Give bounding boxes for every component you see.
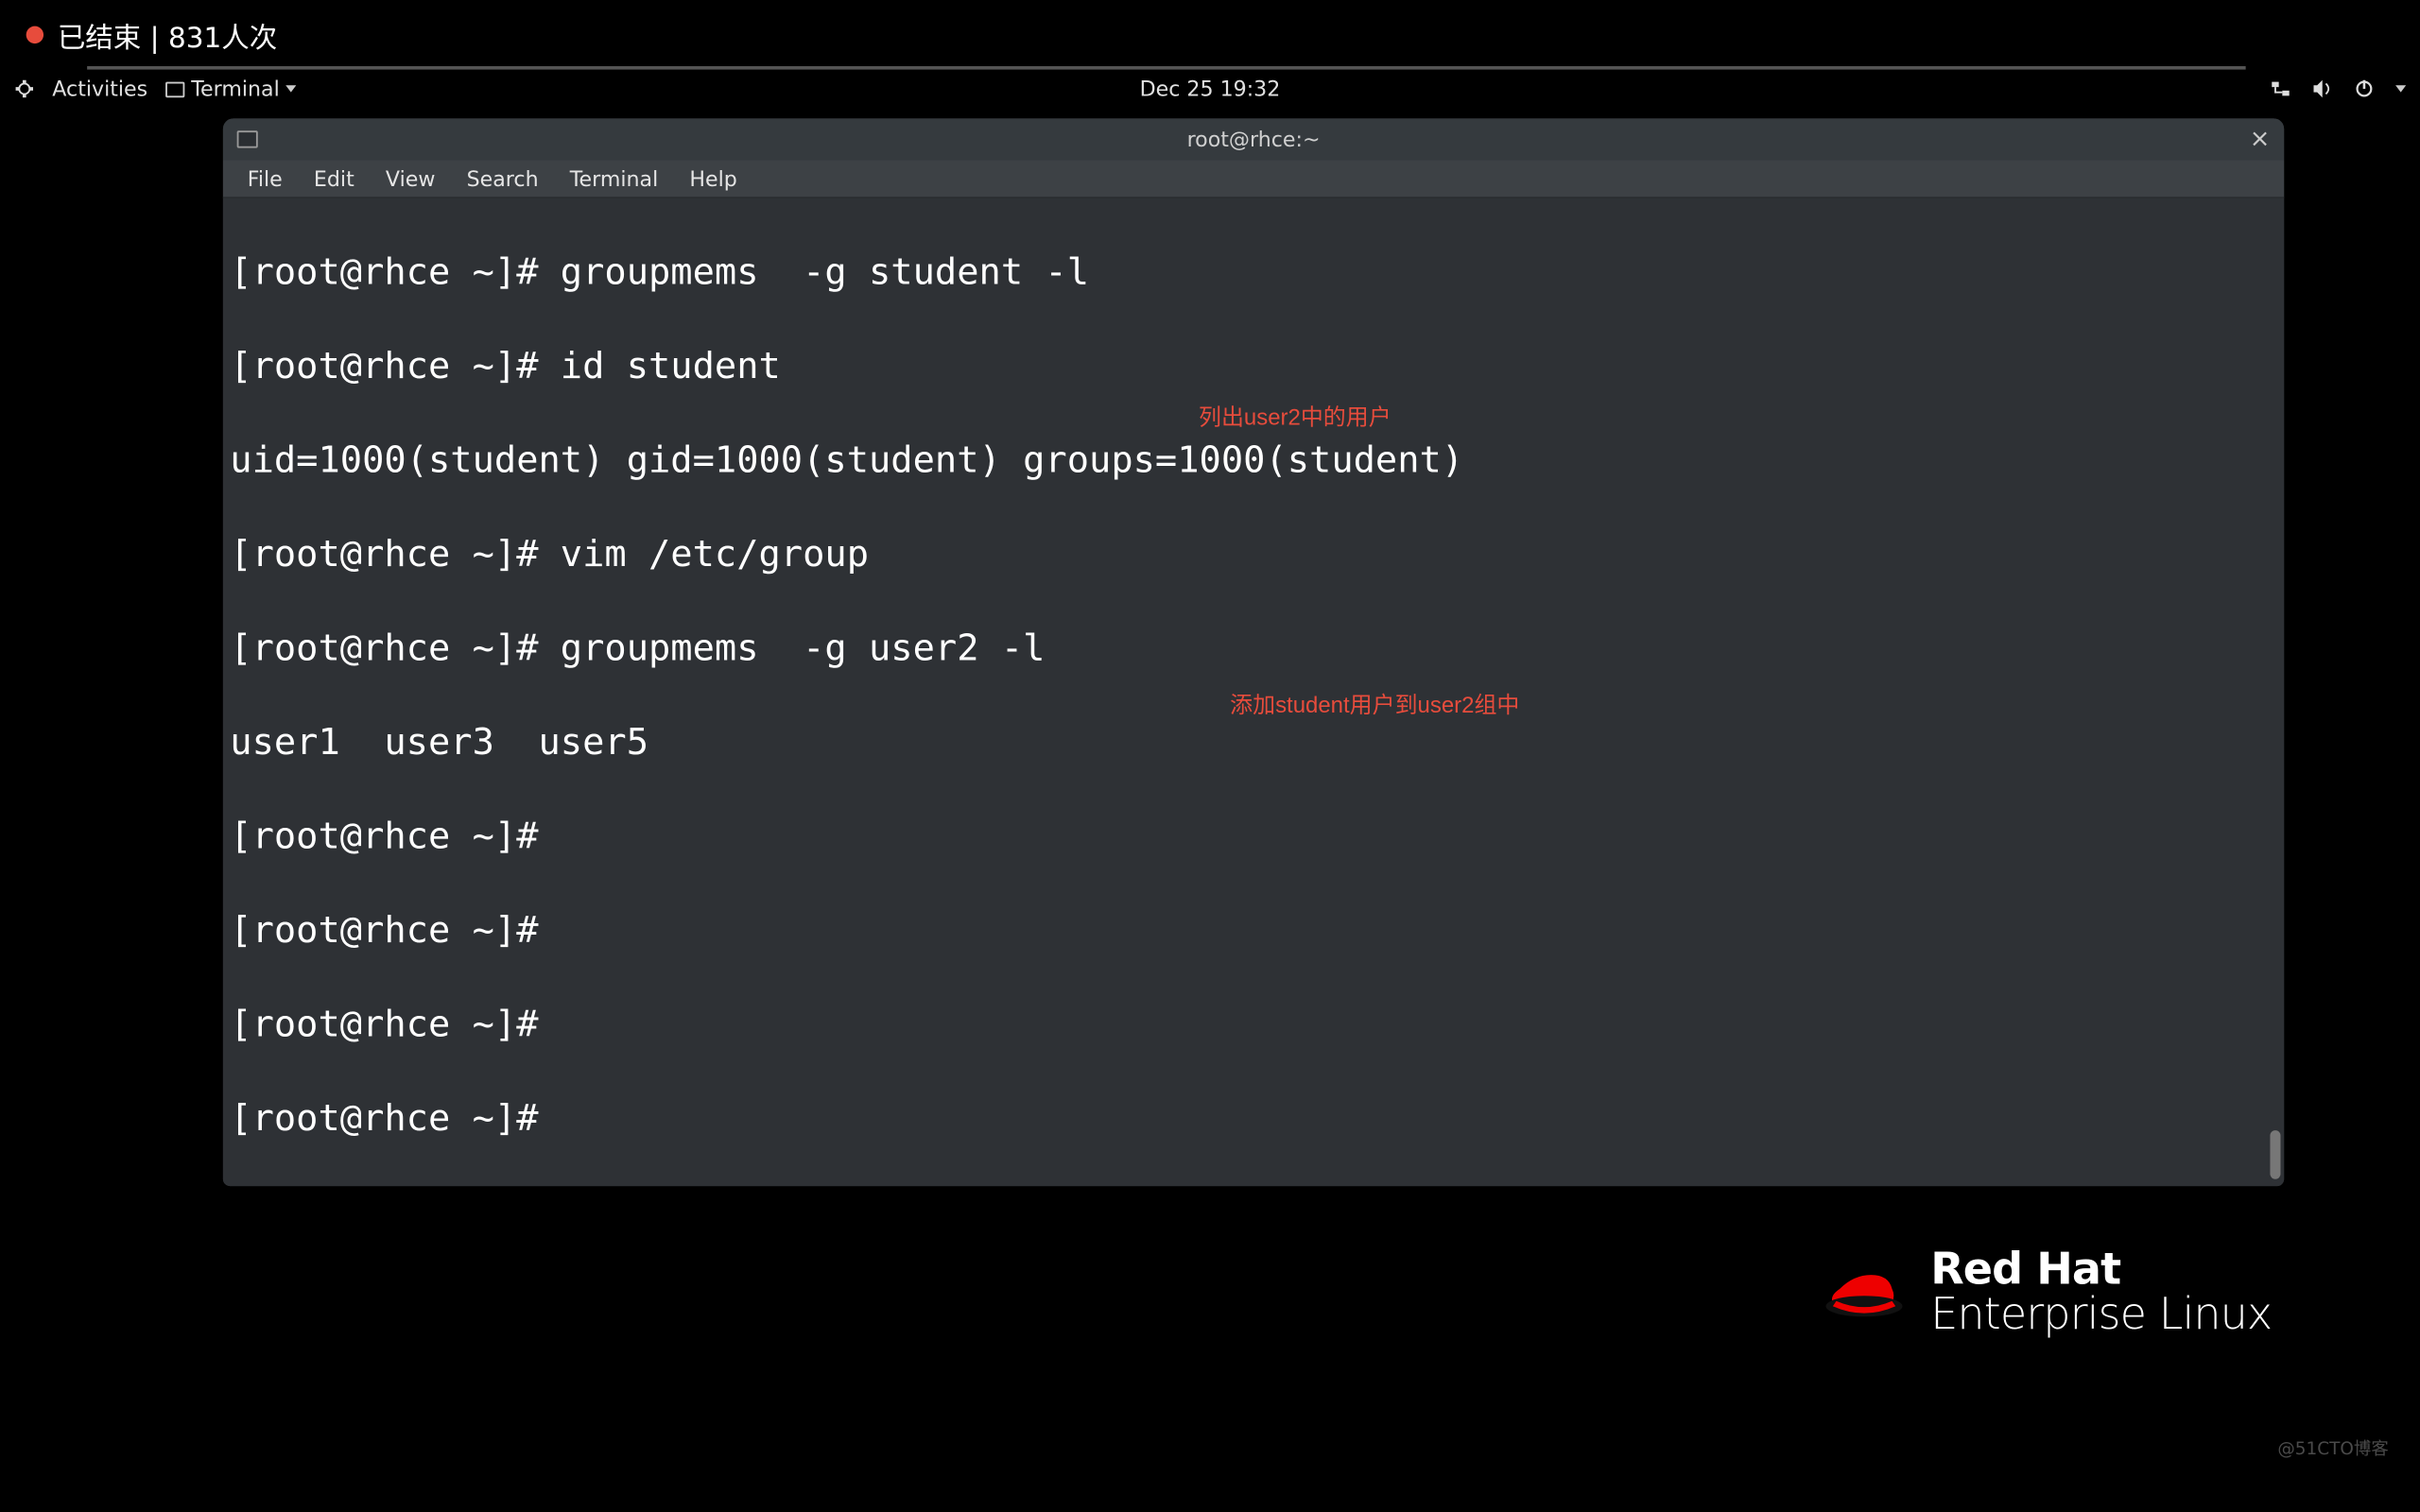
terminal-menubar: File Edit View Search Terminal Help	[223, 161, 2284, 199]
menu-file[interactable]: File	[233, 163, 297, 194]
app-indicator[interactable]: Terminal	[165, 77, 298, 101]
menu-search[interactable]: Search	[453, 163, 552, 194]
chevron-down-icon[interactable]	[2395, 85, 2406, 92]
rhel-line1: Red Hat	[1930, 1246, 2272, 1292]
redhat-hat-icon	[1823, 1257, 1906, 1327]
term-line: [root@rhce ~]# id student	[230, 343, 2277, 390]
terminal-icon	[237, 130, 258, 147]
gnome-top-panel: Activities Terminal Dec 25 19:32	[0, 70, 2420, 109]
menu-terminal[interactable]: Terminal	[556, 163, 672, 194]
watermark: @51CTO博客	[2277, 1434, 2388, 1460]
desktop-area: root@rhce:~ × File Edit View Search Term…	[0, 108, 2420, 1511]
record-dot-icon	[26, 26, 43, 43]
menu-edit[interactable]: Edit	[300, 163, 368, 194]
rhel-line2: Enterprise Linux	[1930, 1292, 2272, 1337]
scrollbar-thumb[interactable]	[2270, 1130, 2280, 1179]
rhel-text-block: Red Hat Enterprise Linux	[1930, 1246, 2272, 1338]
volume-icon[interactable]	[2312, 78, 2333, 99]
menu-view[interactable]: View	[372, 163, 449, 194]
term-line: [root@rhce ~]# groupmems -g student -l	[230, 249, 2277, 297]
term-line: [root@rhce ~]# vim /etc/group	[230, 531, 2277, 578]
power-icon[interactable]	[2354, 78, 2375, 99]
window-title: root@rhce:~	[1187, 128, 1321, 152]
terminal-body[interactable]: [root@rhce ~]# groupmems -g student -l […	[223, 198, 2284, 1186]
clock[interactable]: Dec 25 19:32	[1140, 77, 1281, 101]
close-icon[interactable]: ×	[2250, 126, 2271, 153]
scrollbar-track[interactable]	[2270, 198, 2280, 1186]
term-line: [root@rhce ~]# groupmems -g user2 -l	[230, 626, 2277, 673]
window-titlebar[interactable]: root@rhce:~ ×	[223, 118, 2284, 160]
term-line: [root@rhce ~]#	[230, 1002, 2277, 1049]
activities-button[interactable]: Activities	[52, 77, 147, 101]
rhel-logo: Red Hat Enterprise Linux	[1823, 1246, 2272, 1338]
terminal-mini-icon	[165, 81, 184, 97]
term-line: [root@rhce ~]#	[230, 907, 2277, 954]
term-line: [root@rhce ~]#	[230, 814, 2277, 861]
term-line: uid=1000(student) gid=1000(student) grou…	[230, 438, 2277, 485]
recording-status-bar: 已结束 | 831人次	[0, 0, 2420, 70]
terminal-window: root@rhce:~ × File Edit View Search Term…	[223, 118, 2284, 1186]
app-name-label: Terminal	[191, 77, 279, 101]
chevron-down-icon	[286, 85, 297, 92]
network-icon[interactable]	[2270, 78, 2290, 99]
system-menu-icon[interactable]	[14, 78, 35, 99]
menu-help[interactable]: Help	[676, 163, 752, 194]
term-line: [root@rhce ~]#	[230, 1095, 2277, 1143]
annotation-2: 添加student用户到user2组中	[1230, 681, 1519, 729]
status-text: 已结束 | 831人次	[58, 14, 277, 56]
annotation-1: 列出user2中的用户	[1199, 394, 1392, 441]
